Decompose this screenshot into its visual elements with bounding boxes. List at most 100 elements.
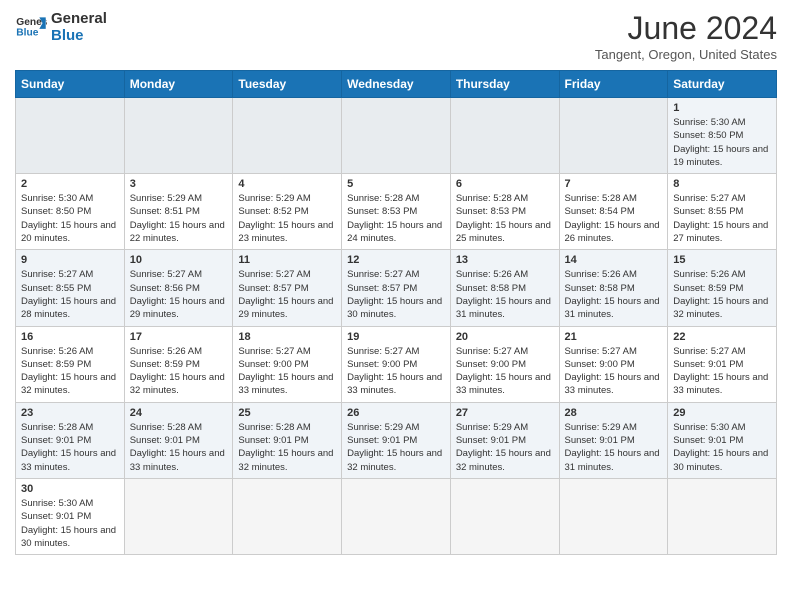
weekday-header-friday: Friday [559,71,668,98]
weekday-header-row: SundayMondayTuesdayWednesdayThursdayFrid… [16,71,777,98]
location-subtitle: Tangent, Oregon, United States [595,47,777,62]
calendar-week-1: 1 Sunrise: 5:30 AMSunset: 8:50 PMDaylight… [16,98,777,174]
calendar-cell: 16 Sunrise: 5:26 AMSunset: 8:59 PMDayligh… [16,326,125,402]
day-number: 26 [347,407,445,419]
calendar-cell: 21 Sunrise: 5:27 AMSunset: 9:00 PMDayligh… [559,326,668,402]
calendar-cell: 24 Sunrise: 5:28 AMSunset: 9:01 PMDayligh… [124,402,233,478]
calendar-cell: 14 Sunrise: 5:26 AMSunset: 8:58 PMDayligh… [559,250,668,326]
day-info: Sunrise: 5:27 AMSunset: 9:00 PMDaylight:… [565,345,663,398]
calendar-cell [450,98,559,174]
day-number: 25 [238,407,336,419]
calendar-cell: 12 Sunrise: 5:27 AMSunset: 8:57 PMDayligh… [342,250,451,326]
weekday-header-sunday: Sunday [16,71,125,98]
day-number: 29 [673,407,771,419]
day-info: Sunrise: 5:27 AMSunset: 9:00 PMDaylight:… [456,345,554,398]
day-number: 30 [21,483,119,495]
day-info: Sunrise: 5:28 AMSunset: 9:01 PMDaylight:… [21,421,119,474]
day-number: 17 [130,331,228,343]
calendar-cell: 20Sunrise: 5:27 AMSunset: 9:00 PMDayligh… [450,326,559,402]
calendar-cell: 17 Sunrise: 5:26 AMSunset: 8:59 PMDayligh… [124,326,233,402]
day-number: 1 [673,102,771,114]
day-number: 16 [21,331,119,343]
day-number: 19 [347,331,445,343]
day-info: Sunrise: 5:28 AMSunset: 9:01 PMDaylight:… [238,421,336,474]
calendar-week-3: 9Sunrise: 5:27 AMSunset: 8:55 PMDaylight… [16,250,777,326]
calendar-cell: 5Sunrise: 5:28 AMSunset: 8:53 PMDaylight… [342,174,451,250]
day-info: Sunrise: 5:26 AMSunset: 8:58 PMDaylight:… [565,268,663,321]
day-info: Sunrise: 5:29 AMSunset: 9:01 PMDaylight:… [347,421,445,474]
calendar-week-6: 30 Sunrise: 5:30 AMSunset: 9:01 PMDayligh… [16,478,777,554]
day-info: Sunrise: 5:27 AMSunset: 9:00 PMDaylight:… [347,345,445,398]
day-info: Sunrise: 5:26 AMSunset: 8:59 PMDaylight:… [130,345,228,398]
calendar-cell [16,98,125,174]
calendar-table: SundayMondayTuesdayWednesdayThursdayFrid… [15,70,777,555]
day-info: Sunrise: 5:29 AMSunset: 9:01 PMDaylight:… [456,421,554,474]
calendar-cell: 1 Sunrise: 5:30 AMSunset: 8:50 PMDaylight… [668,98,777,174]
calendar-week-2: 2Sunrise: 5:30 AMSunset: 8:50 PMDaylight… [16,174,777,250]
calendar-cell [559,478,668,554]
weekday-header-monday: Monday [124,71,233,98]
logo-general: General [51,10,107,27]
header: General Blue General Blue June 2024 Tang… [15,10,777,62]
day-info: Sunrise: 5:27 AMSunset: 8:56 PMDaylight:… [130,268,228,321]
day-info: Sunrise: 5:27 AMSunset: 8:57 PMDaylight:… [238,268,336,321]
calendar-cell [124,98,233,174]
day-info: Sunrise: 5:27 AMSunset: 9:00 PMDaylight:… [238,345,336,398]
day-info: Sunrise: 5:27 AMSunset: 9:01 PMDaylight:… [673,345,771,398]
day-info: Sunrise: 5:30 AMSunset: 9:01 PMDaylight:… [21,497,119,550]
calendar-week-4: 16 Sunrise: 5:26 AMSunset: 8:59 PMDayligh… [16,326,777,402]
calendar-cell: 30 Sunrise: 5:30 AMSunset: 9:01 PMDayligh… [16,478,125,554]
day-number: 21 [565,331,663,343]
calendar-cell: 28Sunrise: 5:29 AMSunset: 9:01 PMDayligh… [559,402,668,478]
calendar-cell: 11 Sunrise: 5:27 AMSunset: 8:57 PMDayligh… [233,250,342,326]
day-info: Sunrise: 5:28 AMSunset: 9:01 PMDaylight:… [130,421,228,474]
day-number: 13 [456,254,554,266]
day-info: Sunrise: 5:30 AMSunset: 8:50 PMDaylight:… [21,192,119,245]
day-info: Sunrise: 5:30 AMSunset: 8:50 PMDaylight:… [673,116,771,169]
calendar-cell [450,478,559,554]
calendar-cell: 10Sunrise: 5:27 AMSunset: 8:56 PMDayligh… [124,250,233,326]
calendar-cell: 22 Sunrise: 5:27 AMSunset: 9:01 PMDayligh… [668,326,777,402]
day-number: 9 [21,254,119,266]
calendar-cell [233,98,342,174]
calendar-cell: 25 Sunrise: 5:28 AMSunset: 9:01 PMDayligh… [233,402,342,478]
calendar-cell: 18 Sunrise: 5:27 AMSunset: 9:00 PMDayligh… [233,326,342,402]
day-number: 3 [130,178,228,190]
day-info: Sunrise: 5:28 AMSunset: 8:54 PMDaylight:… [565,192,663,245]
day-number: 5 [347,178,445,190]
title-area: June 2024 Tangent, Oregon, United States [595,10,777,62]
calendar-cell: 8Sunrise: 5:27 AMSunset: 8:55 PMDaylight… [668,174,777,250]
calendar-cell: 26 Sunrise: 5:29 AMSunset: 9:01 PMDayligh… [342,402,451,478]
logo: General Blue General Blue [15,10,107,44]
calendar-cell: 19 Sunrise: 5:27 AMSunset: 9:00 PMDayligh… [342,326,451,402]
logo-icon: General Blue [15,11,47,43]
calendar-cell: 15Sunrise: 5:26 AMSunset: 8:59 PMDayligh… [668,250,777,326]
calendar-cell: 29Sunrise: 5:30 AMSunset: 9:01 PMDayligh… [668,402,777,478]
day-info: Sunrise: 5:27 AMSunset: 8:57 PMDaylight:… [347,268,445,321]
day-info: Sunrise: 5:29 AMSunset: 8:52 PMDaylight:… [238,192,336,245]
day-number: 7 [565,178,663,190]
weekday-header-saturday: Saturday [668,71,777,98]
day-number: 6 [456,178,554,190]
calendar-cell: 2Sunrise: 5:30 AMSunset: 8:50 PMDaylight… [16,174,125,250]
day-info: Sunrise: 5:26 AMSunset: 8:59 PMDaylight:… [21,345,119,398]
day-number: 27 [456,407,554,419]
day-number: 11 [238,254,336,266]
day-number: 22 [673,331,771,343]
day-number: 23 [21,407,119,419]
calendar-cell [559,98,668,174]
weekday-header-tuesday: Tuesday [233,71,342,98]
day-number: 15 [673,254,771,266]
svg-text:Blue: Blue [16,27,38,38]
weekday-header-wednesday: Wednesday [342,71,451,98]
day-info: Sunrise: 5:29 AMSunset: 8:51 PMDaylight:… [130,192,228,245]
calendar-cell: 13Sunrise: 5:26 AMSunset: 8:58 PMDayligh… [450,250,559,326]
day-number: 18 [238,331,336,343]
calendar-week-5: 23 Sunrise: 5:28 AMSunset: 9:01 PMDayligh… [16,402,777,478]
day-number: 24 [130,407,228,419]
day-number: 12 [347,254,445,266]
calendar-cell [342,478,451,554]
day-number: 14 [565,254,663,266]
calendar-cell: 23 Sunrise: 5:28 AMSunset: 9:01 PMDayligh… [16,402,125,478]
calendar-cell [124,478,233,554]
